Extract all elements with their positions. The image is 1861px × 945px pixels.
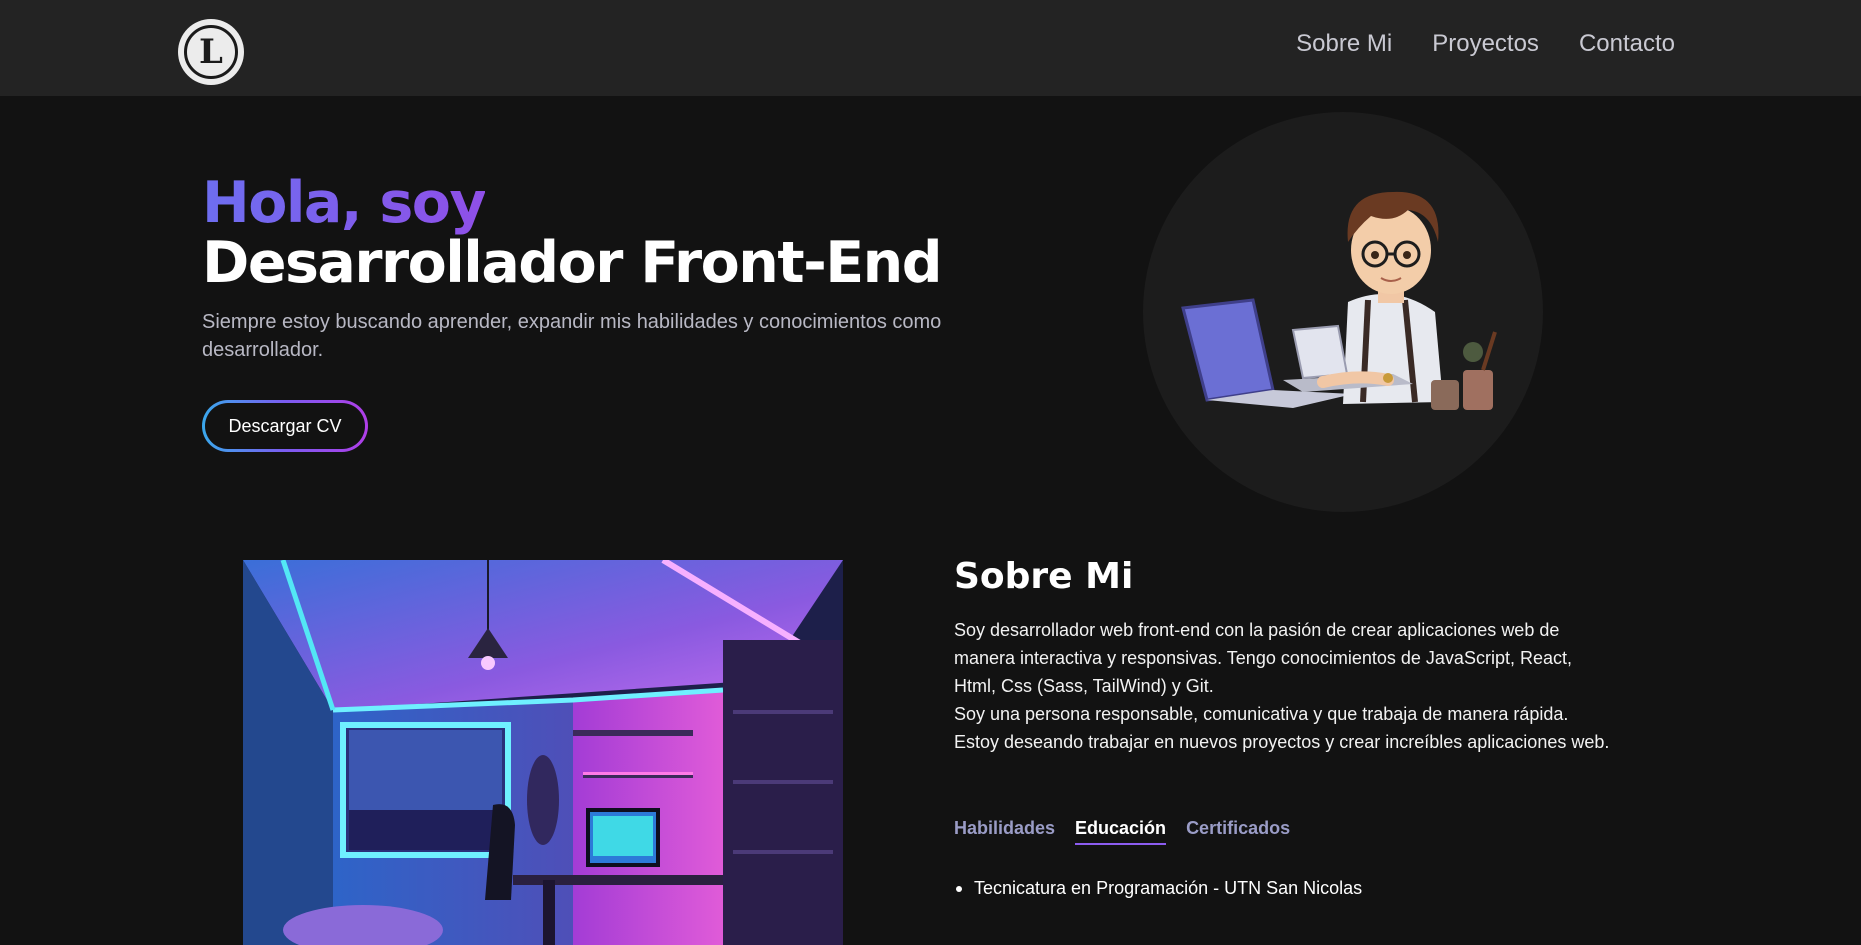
list-item: Tecnicatura en Programación - UTN San Ni… [954,878,1362,899]
download-cv-label: Descargar CV [205,403,365,449]
logo[interactable]: L [178,19,244,85]
hero-title: Desarrollador Front-End [202,230,943,296]
nav-links: Sobre Mi Proyectos Contacto [1296,30,1675,58]
gaming-room-image [243,560,843,945]
logo-icon: L [184,25,238,79]
about-paragraph-1: Soy desarrollador web front-end con la p… [954,620,1572,696]
hero-subtitle: Siempre estoy buscando aprender, expandi… [202,311,942,361]
nav-link-sobre-mi[interactable]: Sobre Mi [1296,30,1392,58]
tab-habilidades[interactable]: Habilidades [954,818,1055,845]
developer-avatar-illustration [1181,191,1497,410]
hero-greeting: Hola, soy [202,170,487,236]
download-cv-button[interactable]: Descargar CV [202,400,368,452]
logo-letter: L [199,32,223,72]
tab-certificados[interactable]: Certificados [1186,818,1290,845]
nav-link-contacto[interactable]: Contacto [1579,30,1675,58]
about-description: Soy desarrollador web front-end con la p… [954,616,1614,756]
about-paragraph-2: Soy una persona responsable, comunicativ… [954,704,1610,752]
room-illustration [243,560,843,945]
education-item-label: Tecnicatura en Programación - UTN San Ni… [974,878,1363,898]
tab-educacion[interactable]: Educación [1075,818,1167,845]
education-list: Tecnicatura en Programación - UTN San Ni… [954,878,1362,899]
about-tabs: Habilidades Educación Certificados [954,818,1290,845]
bullet-icon [956,885,962,892]
about-title: Sobre Mi [954,556,1134,597]
top-navbar: L Sobre Mi Proyectos Contacto [0,0,1861,96]
nav-link-proyectos[interactable]: Proyectos [1432,30,1539,58]
avatar [1143,112,1543,512]
